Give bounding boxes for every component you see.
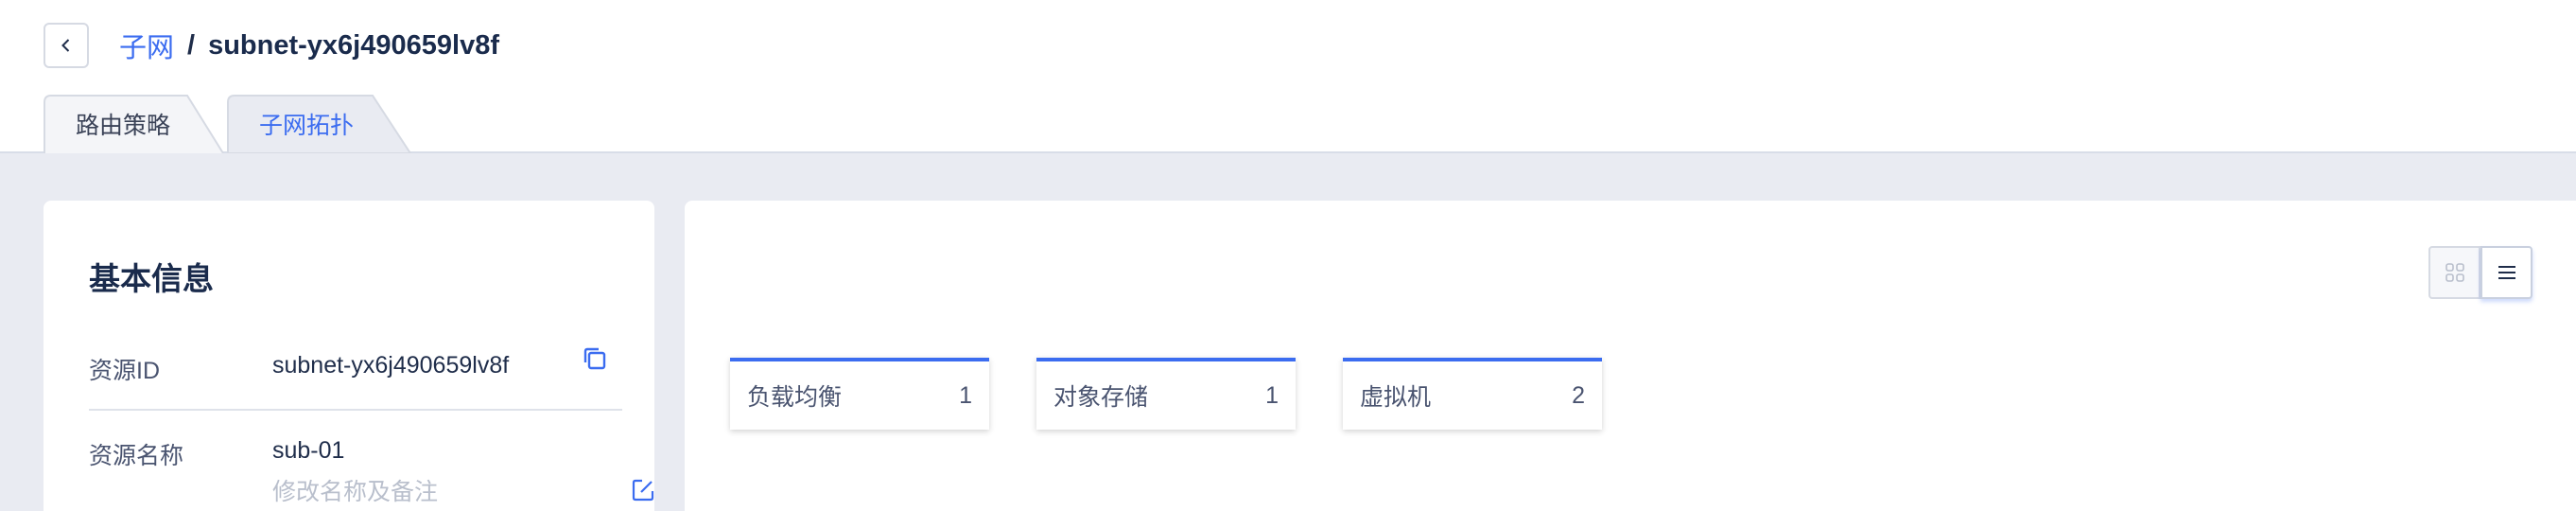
resource-card-virtual-machine[interactable]: 虚拟机 2 xyxy=(1343,358,1602,430)
breadcrumb-parent-link[interactable]: 子网 xyxy=(119,26,174,65)
copy-icon[interactable] xyxy=(581,344,609,373)
basic-info-panel: 基本信息 资源ID subnet-yx6j490659lv8f 资源名称 sub… xyxy=(44,201,654,511)
resource-id-row: 资源ID subnet-yx6j490659lv8f xyxy=(89,324,622,411)
tab-subnet-topology-label: 子网拓扑 xyxy=(259,113,355,139)
resource-id-label: 资源ID xyxy=(89,358,161,384)
remark-placeholder[interactable]: 修改名称及备注 xyxy=(272,473,438,507)
list-view-button[interactable] xyxy=(2480,246,2532,299)
resource-card-object-storage[interactable]: 对象存储 1 xyxy=(1036,358,1296,430)
edit-icon[interactable] xyxy=(630,477,656,503)
list-view-icon xyxy=(2498,266,2515,279)
topology-panel: 负载均衡 1 对象存储 1 虚拟机 2 xyxy=(685,201,2576,511)
page-title: subnet-yx6j490659lv8f xyxy=(208,29,499,61)
tab-route-policy[interactable]: 路由策略 xyxy=(44,95,227,153)
resource-name-value: sub-01 xyxy=(272,437,345,464)
basic-info-title: 基本信息 xyxy=(89,261,214,296)
grid-view-icon xyxy=(2445,263,2464,282)
resource-card-count: 1 xyxy=(1265,381,1279,409)
resource-id-value: subnet-yx6j490659lv8f xyxy=(272,352,510,379)
breadcrumb: 子网 / subnet-yx6j490659lv8f xyxy=(119,25,499,66)
resource-name-label: 资源名称 xyxy=(89,443,184,469)
resource-card-count: 1 xyxy=(959,381,972,409)
back-button[interactable] xyxy=(44,23,89,68)
tab-subnet-topology[interactable]: 子网拓扑 xyxy=(227,95,412,153)
resource-card-count: 2 xyxy=(1572,381,1585,409)
tab-route-policy-label: 路由策略 xyxy=(76,113,171,139)
view-toggle xyxy=(2428,246,2532,299)
resource-card-label: 对象存储 xyxy=(1053,384,1149,411)
chevron-left-icon xyxy=(61,39,70,52)
grid-view-button[interactable] xyxy=(2428,246,2480,299)
resource-card-load-balancer[interactable]: 负载均衡 1 xyxy=(730,358,989,430)
resource-card-label: 负载均衡 xyxy=(747,384,843,411)
resource-card-label: 虚拟机 xyxy=(1360,384,1432,411)
breadcrumb-separator: / xyxy=(187,29,196,61)
page-header: 子网 / subnet-yx6j490659lv8f 路由策略 子网拓扑 xyxy=(0,0,2576,153)
resource-name-row: 资源名称 sub-01 修改名称及备注 xyxy=(89,411,654,511)
